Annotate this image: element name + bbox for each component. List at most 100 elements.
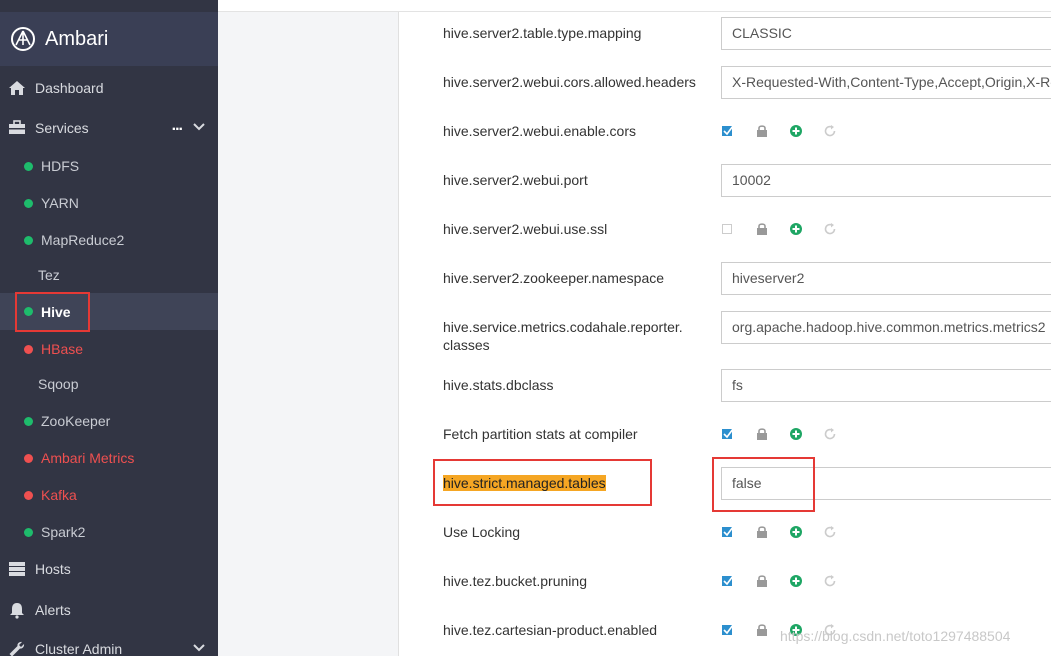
status-dot-icon [24,198,33,208]
lock-icon[interactable] [755,525,769,539]
wrench-icon [9,641,25,656]
config-panel: hive.server2.table.type.mapping CLASSIC … [398,12,1051,656]
lock-icon[interactable] [755,623,769,637]
undo-icon[interactable] [823,222,837,236]
service-item-hdfs[interactable]: HDFS [0,148,218,184]
brand-header[interactable]: Ambari [0,12,218,66]
property-row: hive.server2.webui.enable.cors [399,110,1051,159]
undo-icon[interactable] [823,525,837,539]
top-bar [218,0,1051,12]
sidebar-item-dashboard[interactable]: Dashboard [0,69,218,106]
property-label: Use Locking [443,524,521,540]
property-value-input[interactable]: CLASSIC [721,17,1051,50]
property-row: hive.tez.bucket.pruning [399,560,1051,609]
sidebar-item-cluster-admin[interactable]: Cluster Admin [0,630,218,656]
checkbox-unchecked-icon[interactable] [721,222,735,236]
checkbox-checked-icon[interactable] [721,623,735,637]
content-gutter [218,0,398,656]
checkbox-checked-icon[interactable] [721,574,735,588]
service-item-tez[interactable]: Tez [0,257,218,293]
service-label: HBase [41,341,84,357]
property-label: hive.stats.dbclass [443,377,554,393]
service-label: Ambari Metrics [41,450,135,466]
service-label: Tez [38,267,60,283]
sidebar-item-label: Dashboard [35,79,104,96]
property-label: hive.server2.webui.port [443,172,588,188]
sidebar-item-label: Hosts [35,560,71,577]
service-item-spark2[interactable]: Spark2 [0,514,218,550]
status-dot-icon [24,344,33,354]
add-override-icon[interactable] [789,427,803,441]
property-value-input[interactable]: org.apache.hadoop.hive.common.metrics.me… [721,311,1051,344]
add-override-icon[interactable] [789,222,803,236]
service-item-sqoop[interactable]: Sqoop [0,366,218,402]
property-value-input[interactable]: hiveserver2 [721,262,1051,295]
brand-name: Ambari [45,27,109,50]
property-row: hive.server2.webui.port 10002 [399,159,1051,208]
property-label: Fetch partition stats at compiler [443,426,638,442]
watermark-text: https://blog.csdn.net/toto1297488504 [780,628,1011,644]
service-label: Spark2 [41,524,86,540]
add-override-icon[interactable] [789,574,803,588]
sidebar-item-hosts[interactable]: Hosts [0,550,218,587]
chevron-down-icon[interactable] [192,120,206,134]
checkbox-checked-icon[interactable] [721,427,735,441]
service-label: Sqoop [38,376,79,392]
property-label: hive.server2.webui.enable.cors [443,123,636,139]
services-menu-dots[interactable]: ... [172,117,183,135]
undo-icon[interactable] [823,124,837,138]
property-label: hive.server2.webui.cors.allowed.headers [443,74,696,90]
status-dot-icon [24,235,33,245]
lock-icon[interactable] [755,427,769,441]
service-label: MapReduce2 [41,232,125,248]
property-row: hive.server2.table.type.mapping CLASSIC [399,12,1051,61]
status-dot-icon [24,453,33,463]
service-item-yarn[interactable]: YARN [0,185,218,221]
home-icon [9,80,25,95]
lock-icon[interactable] [755,222,769,236]
checkbox-checked-icon[interactable] [721,525,735,539]
property-value-input[interactable]: fs [721,369,1051,402]
briefcase-icon [9,119,25,134]
service-label: Kafka [41,487,77,503]
sidebar-item-label: Services [35,119,89,136]
sidebar-item-alerts[interactable]: Alerts [0,591,218,628]
status-dot-icon [24,161,33,171]
highlight-box-property-name [433,459,652,506]
service-item-ambari-metrics[interactable]: Ambari Metrics [0,440,218,476]
bell-icon [10,602,24,619]
property-value-input[interactable]: 10002 [721,164,1051,197]
property-label: hive.tez.bucket.pruning [443,573,587,589]
add-override-icon[interactable] [789,124,803,138]
property-label: hive.service.metrics.codahale.reporter. … [443,319,683,353]
service-item-zookeeper[interactable]: ZooKeeper [0,403,218,439]
property-row: hive.server2.webui.cors.allowed.headers … [399,61,1051,110]
add-override-icon[interactable] [789,525,803,539]
service-item-kafka[interactable]: Kafka [0,477,218,513]
property-value-input[interactable]: X-Requested-With,Content-Type,Accept,Ori… [721,66,1051,99]
highlight-box-property-value [712,457,815,512]
sidebar-item-services[interactable]: Services ... [0,109,218,146]
server-icon [9,561,25,576]
status-dot-icon [24,490,33,500]
service-item-hbase[interactable]: HBase [0,331,218,367]
chevron-down-icon[interactable] [192,641,206,655]
service-item-mapreduce2[interactable]: MapReduce2 [0,222,218,258]
service-label: ZooKeeper [41,413,111,429]
highlight-box-hive [15,292,90,332]
property-label: hive.server2.table.type.mapping [443,25,642,41]
undo-icon[interactable] [823,574,837,588]
lock-icon[interactable] [755,574,769,588]
lock-icon[interactable] [755,124,769,138]
property-row: hive.stats.dbclass fs [399,364,1051,413]
sidebar-item-label: Cluster Admin [35,640,123,656]
status-dot-icon [24,527,33,537]
status-dot-icon [24,416,33,426]
undo-icon[interactable] [823,427,837,441]
checkbox-checked-icon[interactable] [721,124,735,138]
ambari-logo-icon [11,27,35,51]
service-label: HDFS [41,158,80,174]
property-label: hive.server2.zookeeper.namespace [443,270,665,286]
property-row: hive.server2.webui.use.ssl [399,208,1051,257]
service-label: YARN [41,195,79,211]
